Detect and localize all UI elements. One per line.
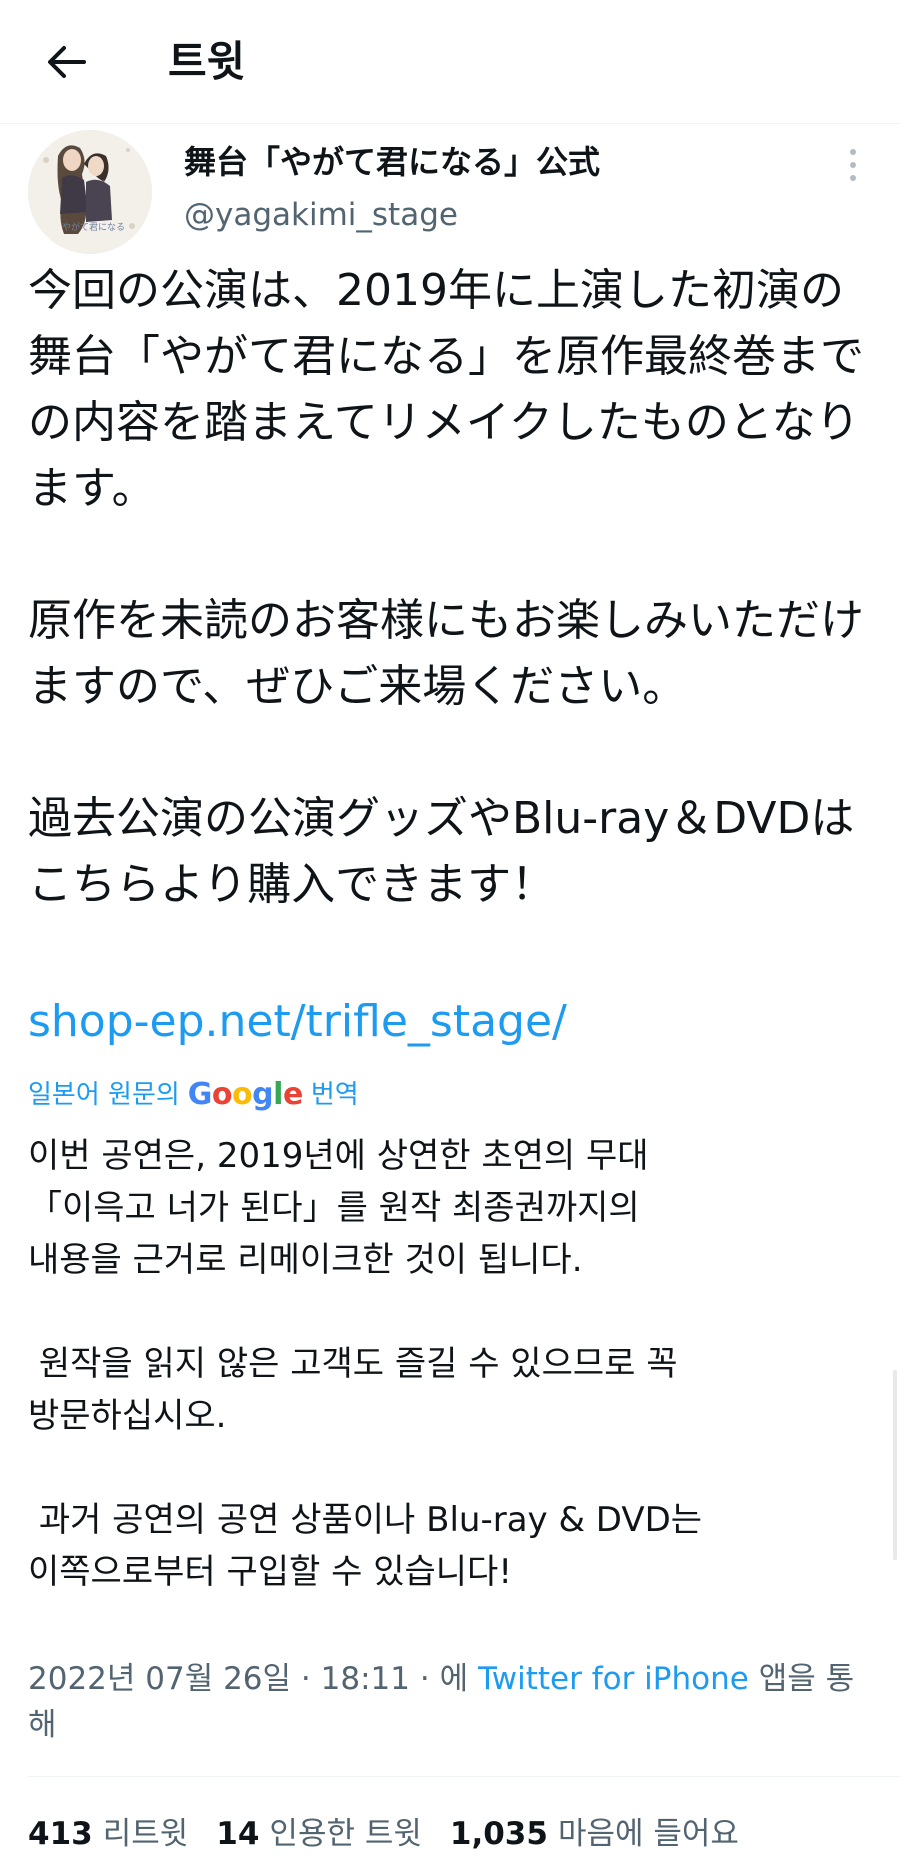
quote-label: 인용한 트윗 xyxy=(269,1815,422,1852)
top-bar: 트윗 xyxy=(0,0,900,124)
back-button[interactable] xyxy=(34,30,98,94)
tweet-paragraph: 今回の公演は、2019年に上演した初演の舞台「やがて君になる」を原作最終巻までの… xyxy=(28,265,864,514)
engagement-stats: 413 리트윗 14 인용한 트윗 1,035 마음에 들어요 xyxy=(28,1800,767,1860)
google-logo: Google xyxy=(187,1077,304,1112)
author-handle[interactable]: @yagakimi_stage xyxy=(184,195,458,235)
tweet-source-link[interactable]: Twitter for iPhone xyxy=(478,1661,749,1697)
more-vertical-icon xyxy=(850,149,856,155)
translated-paragraph: 이번 공연은, 2019년에 상연한 초연의 무대 「이윽고 너가 된다」를 원… xyxy=(28,1136,649,1280)
via-prefix: 에 xyxy=(439,1661,469,1697)
tweet-paragraph: 過去公演の公演グッズやBlu-ray＆DVDはこちらより購入できます！ xyxy=(28,793,855,910)
avatar-image: ✦ やがて君になる xyxy=(28,130,152,254)
translated-paragraph: 과거 공연의 공연 상품이나 Blu-ray & DVD는 이쪽으로부터 구입할… xyxy=(28,1500,703,1592)
tweet-date[interactable]: 2022년 07월 26일 xyxy=(28,1661,291,1697)
divider xyxy=(28,1776,900,1777)
author-display-name[interactable]: 舞台「やがて君になる」公式 xyxy=(184,142,600,182)
tweet-metadata: 2022년 07월 26일 · 18:11 · 에 Twitter for iP… xyxy=(28,1661,855,1743)
tweet-paragraph: 原作を未読のお客様にもお楽しみいただけますので、ぜひご来場ください。 xyxy=(28,595,864,712)
retweets-stat[interactable]: 413 리트윗 xyxy=(28,1808,188,1853)
like-label: 마음에 들어요 xyxy=(557,1815,739,1852)
avatar[interactable]: ✦ やがて君になる xyxy=(28,130,152,254)
tweet-time[interactable]: 18:11 xyxy=(321,1661,410,1697)
translated-text: 이번 공연은, 2019년에 상연한 초연의 무대 「이윽고 너가 된다」를 원… xyxy=(28,1130,874,1598)
likes-stat[interactable]: 1,035 마음에 들어요 xyxy=(450,1808,739,1853)
translation-attribution[interactable]: 일본어 원문의 Google 번역 xyxy=(28,1070,359,1120)
more-options-button[interactable] xyxy=(836,140,870,190)
quote-count: 14 xyxy=(216,1815,260,1852)
tweet-link[interactable]: shop-ep.net/trifle_stage/ xyxy=(28,992,567,1052)
translated-paragraph: 원작을 읽지 않은 고객도 즐길 수 있으므로 꼭 방문하십시오. xyxy=(28,1344,678,1436)
translation-prefix: 일본어 원문의 xyxy=(28,1080,180,1110)
like-count: 1,035 xyxy=(449,1815,548,1852)
scrollbar[interactable] xyxy=(893,1370,897,1560)
retweet-count: 413 xyxy=(28,1815,93,1852)
tweet-text: 今回の公演は、2019年に上演した初演の舞台「やがて君になる」を原作最終巻までの… xyxy=(28,258,874,918)
translation-suffix: 번역 xyxy=(310,1080,359,1110)
svg-text:やがて君になる: やがて君になる xyxy=(62,221,125,233)
back-arrow-icon xyxy=(48,46,86,78)
retweet-label: 리트윗 xyxy=(102,1815,189,1852)
page-title: 트윗 xyxy=(168,37,246,86)
quotes-stat[interactable]: 14 인용한 트윗 xyxy=(216,1808,422,1853)
